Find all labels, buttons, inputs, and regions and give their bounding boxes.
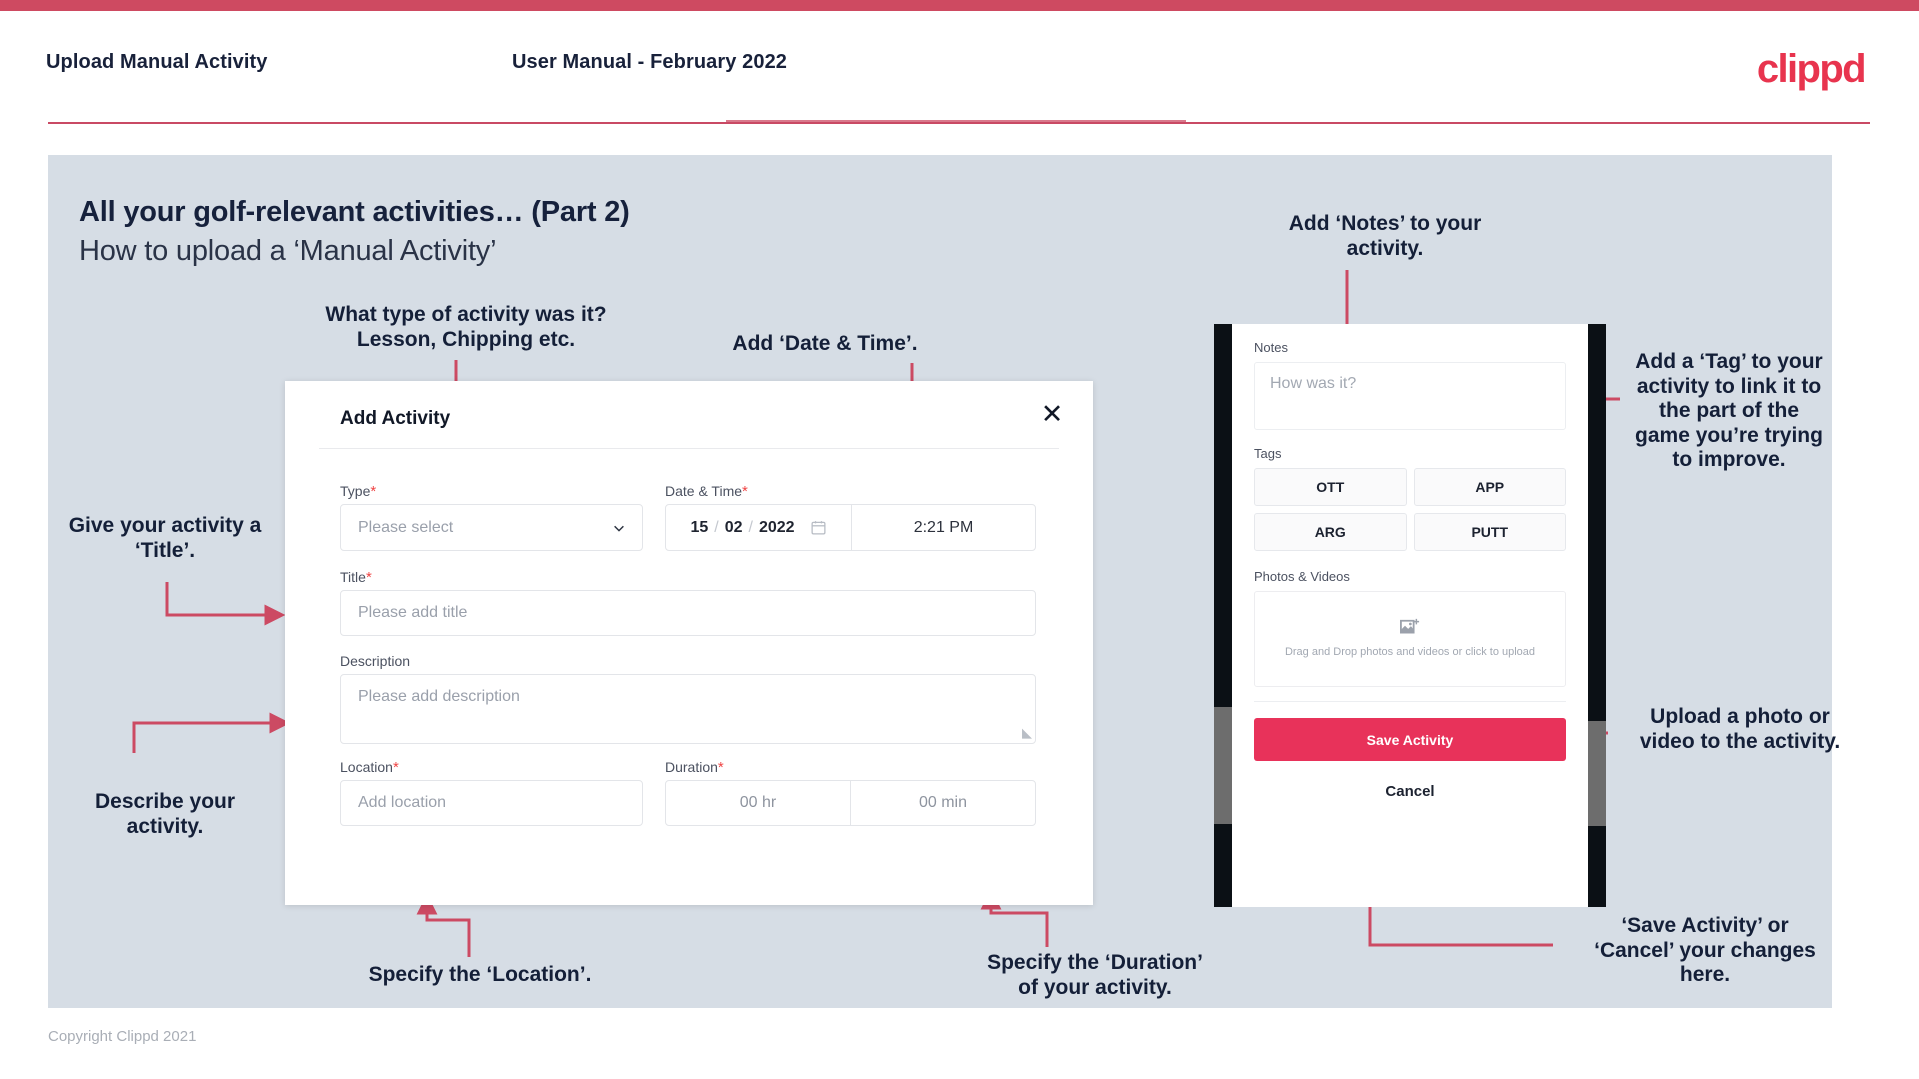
phone-divider bbox=[1254, 701, 1566, 702]
close-icon[interactable]: ✕ bbox=[1035, 397, 1069, 431]
notes-textarea[interactable]: How was it? bbox=[1254, 362, 1566, 430]
phone-side-button-right bbox=[1588, 721, 1606, 826]
tag-arg[interactable]: ARG bbox=[1254, 513, 1407, 551]
location-label: Location* bbox=[340, 759, 399, 776]
datetime-required-marker: * bbox=[742, 483, 748, 500]
clippd-logo: clippd bbox=[1756, 47, 1867, 91]
title-label-text: Title bbox=[340, 569, 366, 585]
annotation-datetime: Add ‘Date & Time’. bbox=[732, 332, 918, 355]
annotation-description: Describe your activity. bbox=[94, 790, 236, 838]
duration-label-text: Duration bbox=[665, 759, 718, 775]
date-year: 2022 bbox=[758, 518, 795, 536]
dropzone-text: Drag and Drop photos and videos or click… bbox=[1284, 645, 1536, 658]
description-label: Description bbox=[340, 653, 410, 669]
phone-frame-right bbox=[1588, 324, 1606, 907]
annotation-upload: Upload a photo or video to the activity. bbox=[1639, 705, 1841, 753]
duration-required-marker: * bbox=[717, 759, 724, 776]
type-label: Type* bbox=[340, 483, 376, 500]
phone-mockup: Notes How was it? Tags OTT APP ARG PUTT … bbox=[1214, 324, 1606, 907]
datetime-label: Date & Time* bbox=[665, 483, 748, 500]
photo-upload-dropzone[interactable]: Drag and Drop photos and videos or click… bbox=[1254, 591, 1566, 687]
annotation-notes: Add ‘Notes’ to your activity. bbox=[1288, 212, 1482, 260]
duration-minutes-input[interactable]: 00 min bbox=[850, 781, 1035, 825]
annotation-save: ‘Save Activity’ or ‘Cancel’ your changes… bbox=[1594, 914, 1816, 987]
calendar-icon[interactable] bbox=[810, 519, 827, 536]
date-input[interactable]: 15 / 02 / 2022 bbox=[666, 505, 852, 550]
tags-grid: OTT APP ARG PUTT bbox=[1254, 468, 1566, 551]
phone-frame-left bbox=[1214, 324, 1232, 907]
description-label-text: Description bbox=[340, 653, 411, 669]
slide-heading: All your golf-relevant activities… (Part… bbox=[79, 196, 630, 228]
annotation-title: Give your activity a ‘Title’. bbox=[68, 514, 262, 562]
location-placeholder: Add location bbox=[358, 794, 447, 811]
header-divider-highlight bbox=[726, 120, 1186, 122]
tag-putt[interactable]: PUTT bbox=[1413, 513, 1566, 551]
datetime-label-text: Date & Time bbox=[665, 483, 743, 499]
annotation-tags: Add a ‘Tag’ to your activity to link it … bbox=[1635, 350, 1823, 472]
page-subtitle: User Manual - February 2022 bbox=[512, 51, 788, 73]
notes-label: Notes bbox=[1254, 340, 1288, 355]
slide-subheading: How to upload a ‘Manual Activity’ bbox=[79, 235, 497, 267]
title-required-marker: * bbox=[365, 569, 372, 586]
type-select[interactable]: Please select bbox=[340, 504, 643, 551]
tags-label: Tags bbox=[1254, 446, 1282, 461]
save-activity-button[interactable]: Save Activity bbox=[1254, 718, 1566, 761]
type-label-text: Type bbox=[340, 483, 371, 499]
description-placeholder: Please add description bbox=[358, 688, 520, 705]
cancel-button[interactable]: Cancel bbox=[1254, 783, 1566, 800]
title-input[interactable]: Please add title bbox=[340, 590, 1036, 636]
phone-side-button-left bbox=[1214, 707, 1232, 824]
tag-ott[interactable]: OTT bbox=[1254, 468, 1407, 506]
header-divider bbox=[48, 122, 1870, 124]
date-day: 15 bbox=[690, 518, 709, 536]
type-required-marker: * bbox=[370, 483, 377, 500]
page-header: Upload Manual Activity User Manual - Feb… bbox=[0, 11, 1919, 126]
top-accent-bar bbox=[0, 0, 1919, 11]
page-title: Upload Manual Activity bbox=[46, 51, 268, 73]
type-placeholder: Please select bbox=[358, 518, 454, 536]
datetime-field[interactable]: 15 / 02 / 2022 2:21 PM bbox=[665, 504, 1036, 551]
title-label: Title* bbox=[340, 569, 372, 586]
description-textarea[interactable]: Please add description ◢ bbox=[340, 674, 1036, 744]
time-input[interactable]: 2:21 PM bbox=[852, 505, 1035, 550]
duration-hours-input[interactable]: 00 hr bbox=[666, 781, 850, 825]
date-month: 02 bbox=[724, 518, 743, 536]
title-placeholder: Please add title bbox=[358, 604, 468, 621]
notes-placeholder: How was it? bbox=[1270, 375, 1357, 392]
add-activity-modal: Add Activity ✕ Type* Please select Date … bbox=[285, 381, 1093, 905]
duration-label: Duration* bbox=[665, 759, 724, 776]
copyright-footer: Copyright Clippd 2021 bbox=[48, 1028, 197, 1045]
slide-root: Upload Manual Activity User Manual - Feb… bbox=[0, 0, 1919, 1079]
annotation-duration: Specify the ‘Duration’ of your activity. bbox=[987, 951, 1203, 999]
date-sep-2: / bbox=[748, 518, 753, 536]
annotation-type: What type of activity was it? Lesson, Ch… bbox=[325, 303, 607, 351]
modal-divider bbox=[319, 448, 1059, 449]
phone-screen: Notes How was it? Tags OTT APP ARG PUTT … bbox=[1232, 324, 1588, 907]
location-label-text: Location bbox=[340, 759, 393, 775]
duration-field[interactable]: 00 hr 00 min bbox=[665, 780, 1036, 826]
date-sep-1: / bbox=[714, 518, 719, 536]
photos-videos-label: Photos & Videos bbox=[1254, 569, 1350, 584]
location-input[interactable]: Add location bbox=[340, 780, 643, 826]
chevron-down-icon bbox=[614, 525, 624, 532]
location-required-marker: * bbox=[392, 759, 399, 776]
add-image-icon bbox=[1400, 618, 1420, 633]
modal-title: Add Activity bbox=[340, 408, 451, 429]
annotation-location: Specify the ‘Location’. bbox=[368, 963, 592, 986]
resize-handle-icon[interactable]: ◢ bbox=[1022, 725, 1032, 741]
tag-app[interactable]: APP bbox=[1413, 468, 1566, 506]
